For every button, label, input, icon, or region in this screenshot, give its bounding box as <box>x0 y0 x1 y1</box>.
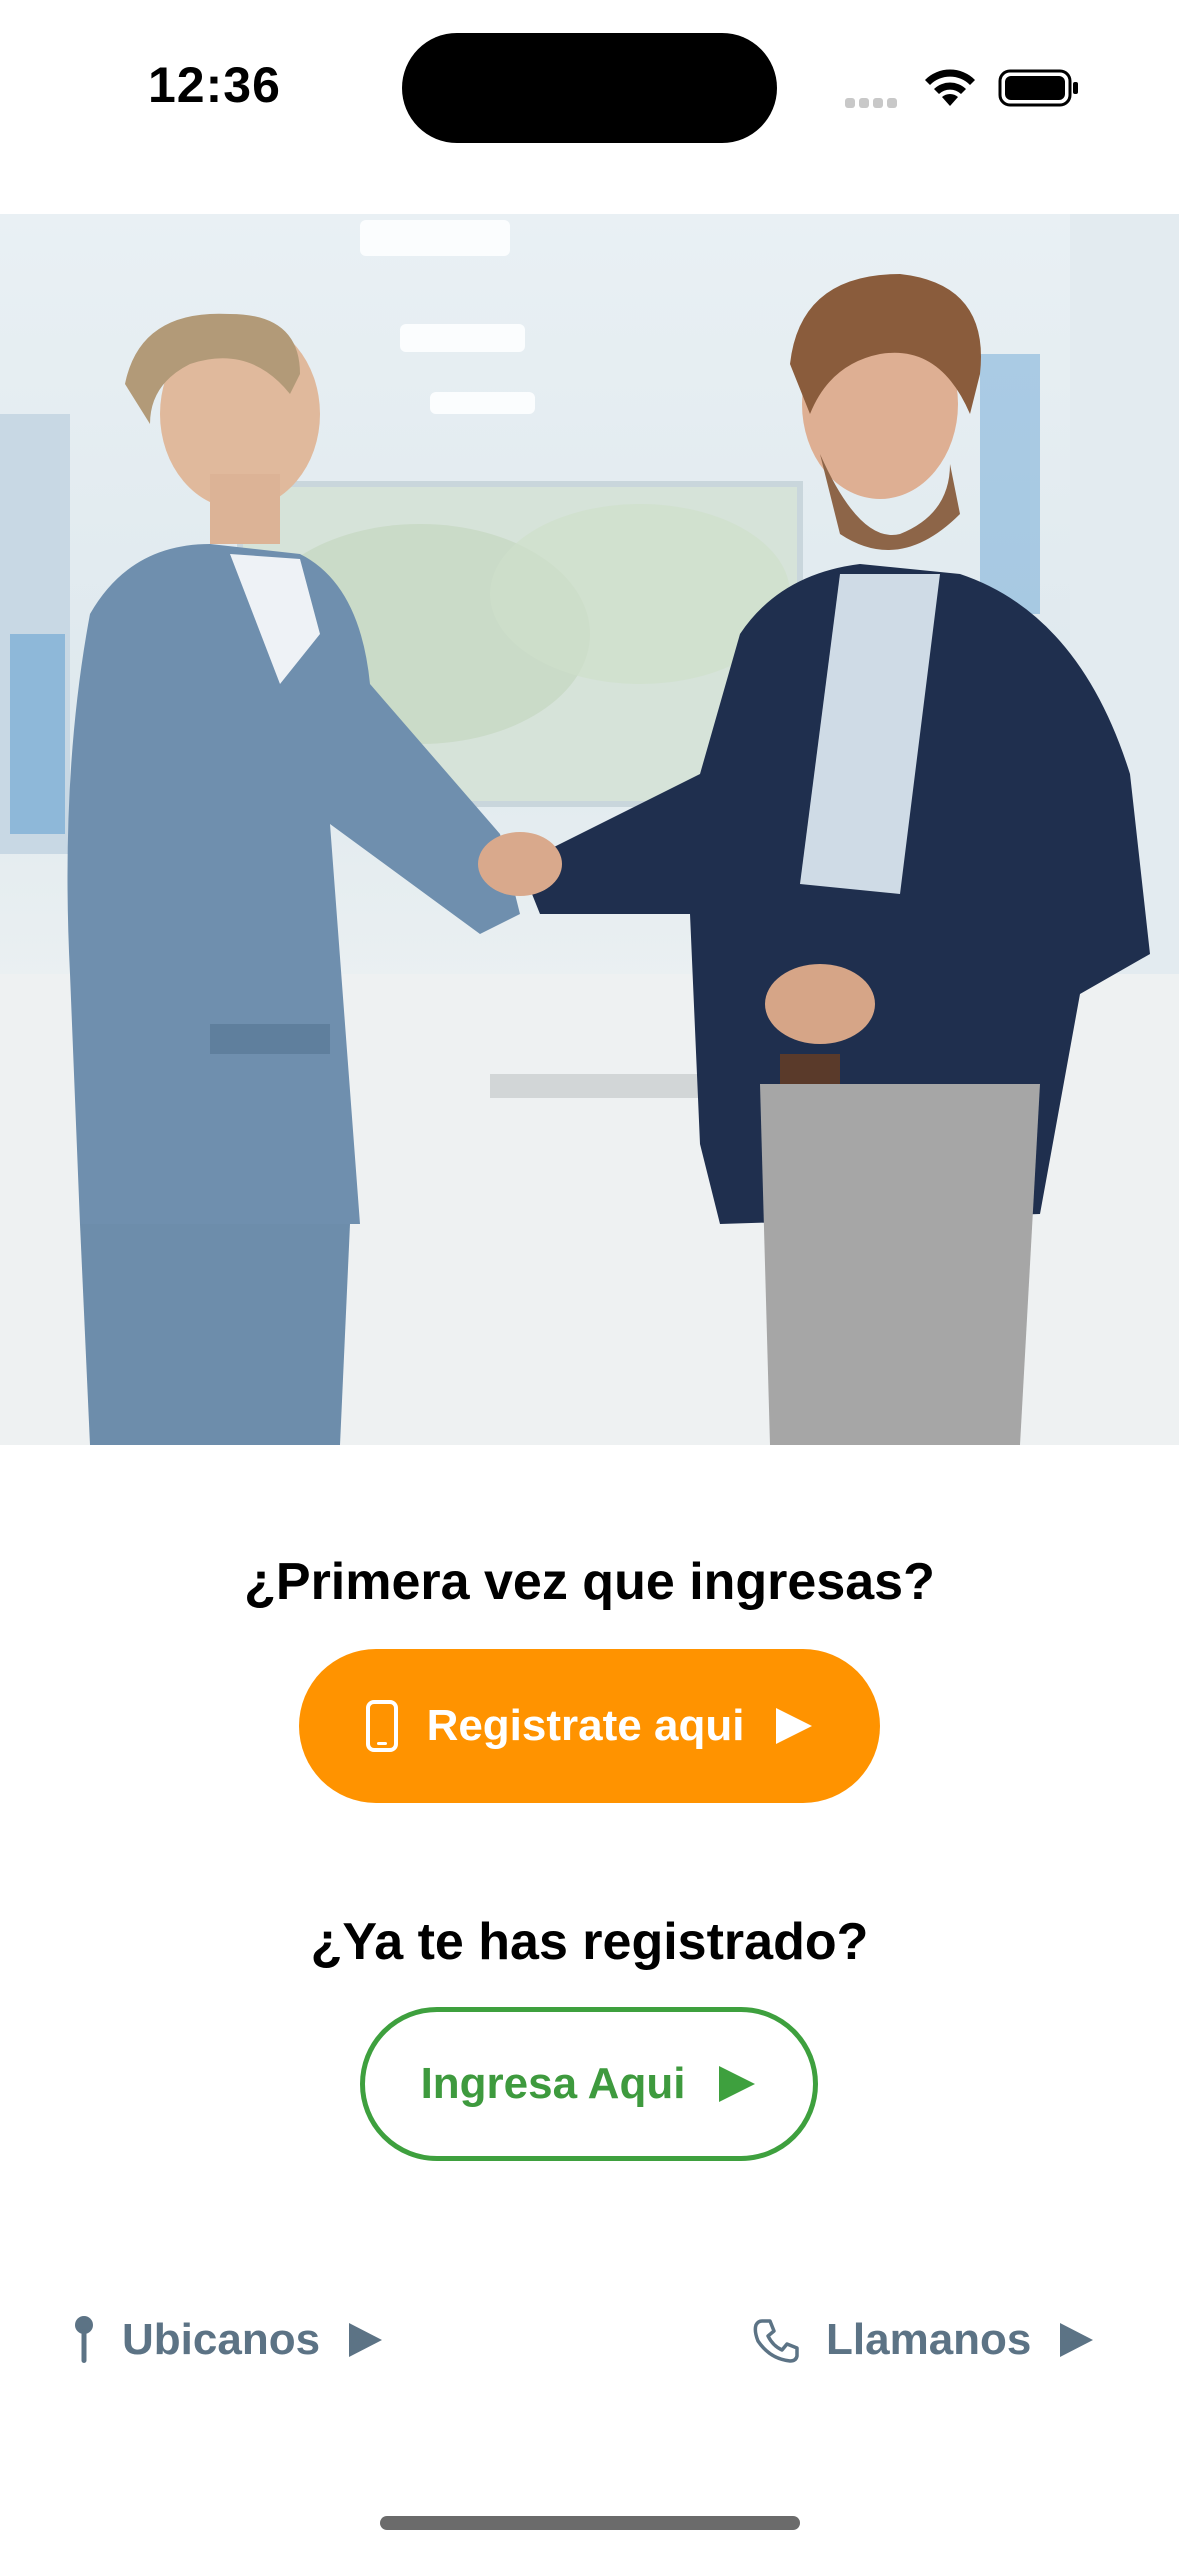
cellular-signal-icon <box>845 95 905 108</box>
handshake-illustration <box>0 214 1179 1445</box>
hero-image <box>0 214 1179 1445</box>
location-pin-icon <box>75 2316 93 2363</box>
call-us-link[interactable]: Llamanos <box>752 2305 1095 2375</box>
locate-us-link[interactable]: Ubicanos <box>72 2305 384 2375</box>
screen: 12:36 ¿Primera vez que ingresas? Registr… <box>0 0 1179 2556</box>
locate-us-label: Ubicanos <box>122 2315 321 2364</box>
login-button-label: Ingresa Aqui <box>420 2059 686 2108</box>
already-registered-question: ¿Ya te has registrado? <box>310 1913 869 1971</box>
status-bar: 12:36 <box>0 0 1179 190</box>
first-time-question: ¿Primera vez que ingresas? <box>244 1553 935 1611</box>
dynamic-island <box>402 33 777 143</box>
status-time: 12:36 <box>148 57 281 113</box>
battery-icon <box>998 69 1078 107</box>
login-button[interactable]: Ingresa Aqui <box>360 2007 818 2161</box>
register-button[interactable]: Registrate aqui <box>299 1649 880 1803</box>
phone-call-icon <box>753 2319 799 2363</box>
call-us-label: Llamanos <box>826 2315 1032 2364</box>
play-arrow-icon <box>1060 2323 1094 2357</box>
phone-icon <box>365 1700 398 1752</box>
home-indicator[interactable] <box>380 2516 800 2530</box>
play-arrow-icon <box>719 2066 756 2102</box>
register-button-label: Registrate aqui <box>426 1701 745 1750</box>
play-arrow-icon <box>776 1708 813 1744</box>
wifi-icon <box>925 69 975 106</box>
play-arrow-icon <box>349 2323 383 2357</box>
